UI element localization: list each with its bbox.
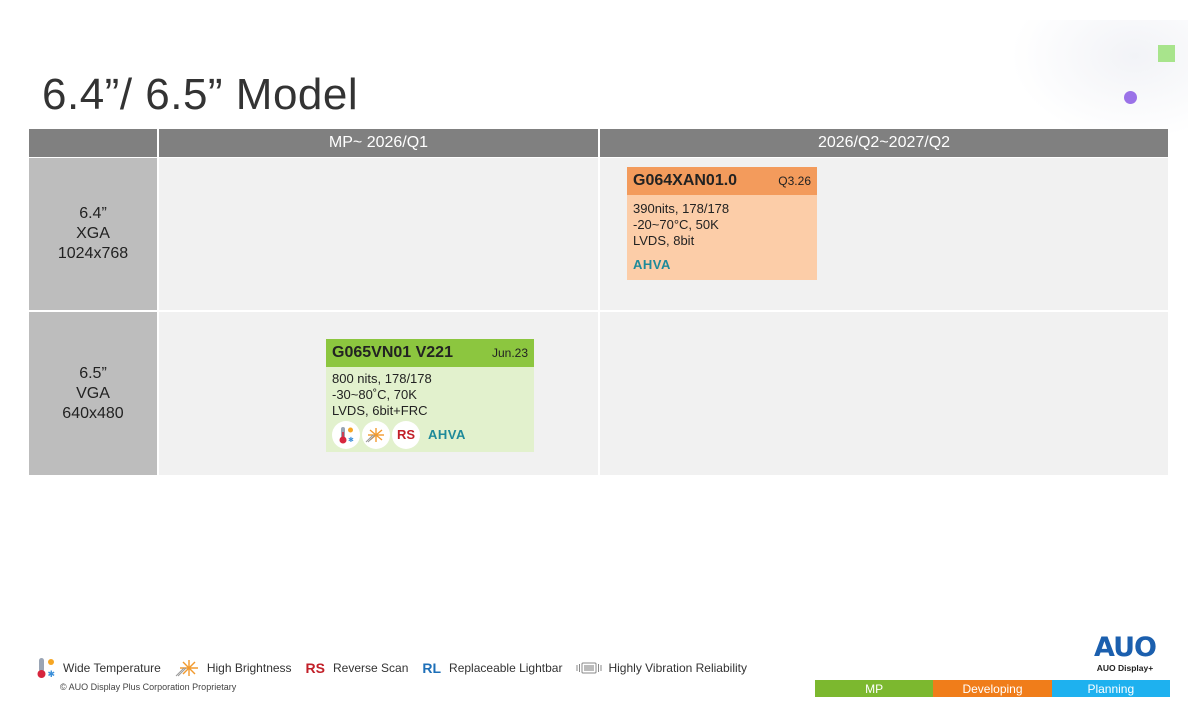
svg-text:✱: ✱ [348, 436, 354, 444]
product-card-g064xan01[interactable]: G064XAN01.0 Q3.26 390nits, 178/178 -20~7… [627, 167, 817, 280]
card-header: G064XAN01.0 Q3.26 [627, 167, 817, 195]
high-brightness-icon [175, 660, 198, 677]
row-resolution: 640x480 [62, 404, 124, 422]
corner-glow-decoration [1010, 20, 1188, 140]
card-body: 390nits, 178/178 -20~70°C, 50K LVDS, 8bi… [627, 195, 817, 279]
page-title: 6.4”/ 6.5” Model [42, 70, 359, 119]
green-square-decoration [1158, 45, 1175, 62]
vibration-icon [576, 662, 602, 674]
row-resolution: 1024x768 [57, 245, 129, 262]
status-planning: Planning [1051, 680, 1170, 697]
legend-item-replaceable-lightbar: RL Replaceable Lightbar [422, 660, 562, 676]
feature-legend: ✱ Wide Temperature High Brightness RS Re… [35, 656, 761, 680]
legend-item-vibration: Highly Vibration Reliability [576, 661, 747, 675]
reverse-scan-badge: RS [392, 421, 420, 449]
reverse-scan-badge: RS [305, 660, 325, 676]
card-spec: LVDS, 8bit [633, 233, 695, 248]
card-model-name: G064XAN01.0 [633, 172, 738, 189]
row-label-6-4: 6.4” XGA 1024x768 [29, 158, 157, 310]
wide-temperature-icon: ✱ [332, 421, 360, 449]
legend-label: Wide Temperature [63, 661, 161, 675]
product-card-g065vn01[interactable]: G065VN01 V221 Jun.23 800 nits, 178/178 -… [326, 339, 534, 452]
purple-dot-decoration [1124, 91, 1137, 104]
row-res-name: XGA [76, 225, 110, 242]
card-spec: 800 nits, 178/178 [332, 371, 432, 386]
legend-label: Replaceable Lightbar [449, 661, 563, 675]
card-spec: -20~70°C, 50K [633, 217, 719, 232]
card-body: 800 nits, 178/178 -30~80˚C, 70K LVDS, 6b… [326, 367, 534, 455]
replaceable-lightbar-badge: RL [422, 660, 442, 676]
column-header-mp: MP~ 2026/Q1 [159, 129, 598, 157]
legend-item-reverse-scan: RS Reverse Scan [306, 660, 409, 676]
card-date: Q3.26 [778, 174, 811, 188]
auo-logo-subtitle: AUO Display+ [1096, 663, 1154, 673]
legend-label: Highly Vibration Reliability [608, 661, 747, 675]
card-spec: -30~80˚C, 70K [332, 387, 417, 402]
high-brightness-icon [362, 421, 390, 449]
table-corner-header [29, 129, 157, 157]
status-legend-bar: MP Developing Planning [815, 680, 1170, 697]
card-model-name: G065VN01 V221 [332, 344, 453, 361]
roadmap-table: MP~ 2026/Q1 2026/Q2~2027/Q2 6.4” XGA 102… [29, 129, 1168, 475]
status-mp: MP [815, 680, 934, 697]
row-size: 6.5” [79, 364, 107, 382]
table-cell [600, 312, 1168, 475]
status-developing: Developing [933, 680, 1052, 697]
svg-text:✱: ✱ [48, 670, 56, 680]
row-size: 6.4” [79, 205, 107, 222]
ahva-logo: AHVA [633, 257, 671, 272]
legend-item-high-brightness: High Brightness [175, 659, 292, 677]
ahva-logo: AHVA [428, 427, 466, 442]
card-spec: LVDS, 6bit+FRC [332, 403, 428, 418]
row-label-6-5: 6.5” VGA 640x480 [29, 312, 157, 475]
legend-label: High Brightness [206, 661, 292, 675]
wide-temperature-icon: ✱ [37, 658, 56, 680]
card-date: Jun.23 [491, 346, 528, 360]
table-cell [159, 158, 598, 310]
auo-logo-mark: AUO [1094, 632, 1157, 663]
legend-label: Reverse Scan [333, 661, 409, 675]
legend-item-wide-temperature: ✱ Wide Temperature [35, 656, 161, 680]
auo-logo: AUO AUO Display+ [1088, 632, 1162, 674]
card-spec: 390nits, 178/178 [633, 201, 730, 216]
feature-icons: ✱ RS AHVA [332, 421, 528, 449]
column-header-future: 2026/Q2~2027/Q2 [600, 129, 1168, 157]
card-header: G065VN01 V221 Jun.23 [326, 339, 534, 367]
row-res-name: VGA [76, 384, 110, 402]
copyright-text: © AUO Display Plus Corporation Proprieta… [60, 682, 237, 692]
